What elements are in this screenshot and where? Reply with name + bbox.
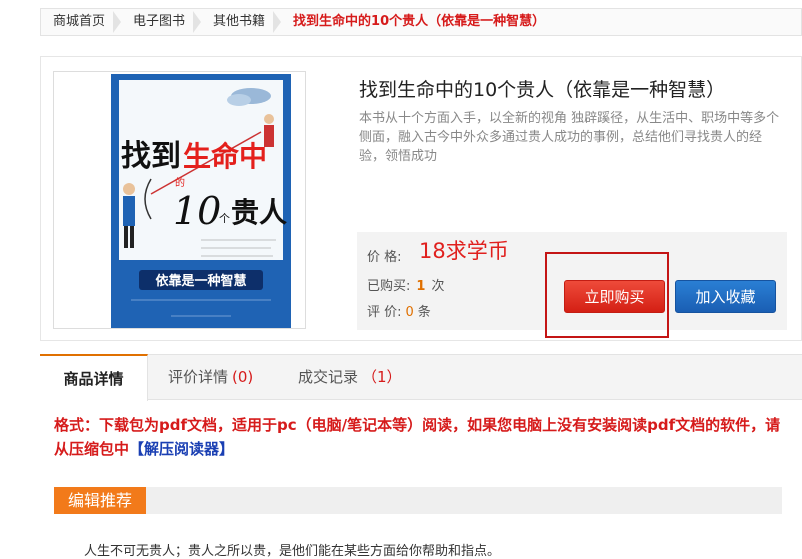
cover-subtitle: 依靠是一种智慧 [155, 273, 246, 289]
tab-reviews[interactable]: 评价详情 (0) [168, 354, 253, 400]
editor-recommend-section: 编辑推荐 [54, 487, 782, 514]
tab-product-details-label: 商品详情 [63, 370, 124, 388]
rating-unit: 条 [417, 305, 431, 320]
tab-reviews-label: 评价详情 [168, 368, 229, 386]
product-description: 本书从十个方面入手，以全新的视角 独辟蹊径，从生活中、职场中等多个侧面，融入古今… [359, 111, 780, 164]
tab-transactions[interactable]: 成交记录 （1） [298, 354, 402, 400]
book-cover-illustration: 找到 生命中 的 10 个 贵人 依靠是一种智慧 [111, 74, 291, 328]
sold-unit: 次 [431, 279, 445, 294]
breadcrumb-other-books[interactable]: 其他书籍 [201, 9, 282, 35]
cover-title-highlight: 生命中 [183, 140, 267, 173]
rating-label: 评 价: [367, 305, 402, 320]
cover-frame: 找到 生命中 的 10 个 贵人 依靠是一种智慧 [53, 71, 306, 329]
rating-row: 评 价: 0 条 [367, 301, 431, 320]
breadcrumb-current: 找到生命中的10个贵人（依靠是一种智慧） [293, 14, 546, 29]
tab-product-details[interactable]: 商品详情 [40, 354, 148, 401]
sold-count: 1 [416, 279, 426, 294]
book-cover-image[interactable]: 找到 生命中 的 10 个 贵人 依靠是一种智慧 [111, 74, 291, 328]
add-favorite-button[interactable]: 加入收藏 [675, 280, 776, 313]
section-title: 编辑推荐 [54, 487, 147, 514]
cover-title-end: 贵人 [231, 196, 287, 229]
cover-title-top: 找到 [121, 139, 181, 174]
tab-transactions-label: 成交记录 [298, 368, 359, 386]
detail-tabs: 商品详情 评价详情 (0) 成交记录 （1） [40, 354, 802, 401]
sold-label: 已购买: [367, 279, 411, 294]
format-notice: 格式：下载包为pdf文档，适用于pc（电脑/笔记本等）阅读，如果您电脑上没有安装… [54, 413, 782, 461]
price-label: 价 格: [367, 250, 402, 265]
tab-transactions-count: （1） [362, 368, 402, 386]
breadcrumb-ebooks[interactable]: 电子图书 [121, 9, 202, 35]
cover-title-number: 10 [173, 189, 221, 233]
product-panel: 找到 生命中 的 10 个 贵人 依靠是一种智慧 找到生命中的10个贵人（依靠是… [40, 56, 802, 341]
product-title: 找到生命中的10个贵人（依靠是一种智慧） [359, 79, 726, 101]
intro-paragraph: 人生不可无贵人；贵人之所以贵，是他们能在某些方面给你帮助和指点。 [84, 544, 501, 559]
cover-title-small2: 个 [219, 212, 230, 225]
unzip-reader-link[interactable]: 【解压阅读器】 [129, 440, 234, 458]
rating-count: 0 [405, 305, 414, 320]
breadcrumb: 商城首页 电子图书 其他书籍 找到生命中的10个贵人（依靠是一种智慧） [40, 8, 802, 36]
breadcrumb-home[interactable]: 商城首页 [41, 9, 122, 35]
price-value: 18求学币 [419, 239, 509, 263]
sold-row: 已购买: 1 次 [367, 275, 444, 294]
cover-title-small: 的 [175, 176, 185, 189]
buy-button-highlight-box [545, 252, 669, 338]
tab-reviews-count: (0) [232, 368, 254, 386]
